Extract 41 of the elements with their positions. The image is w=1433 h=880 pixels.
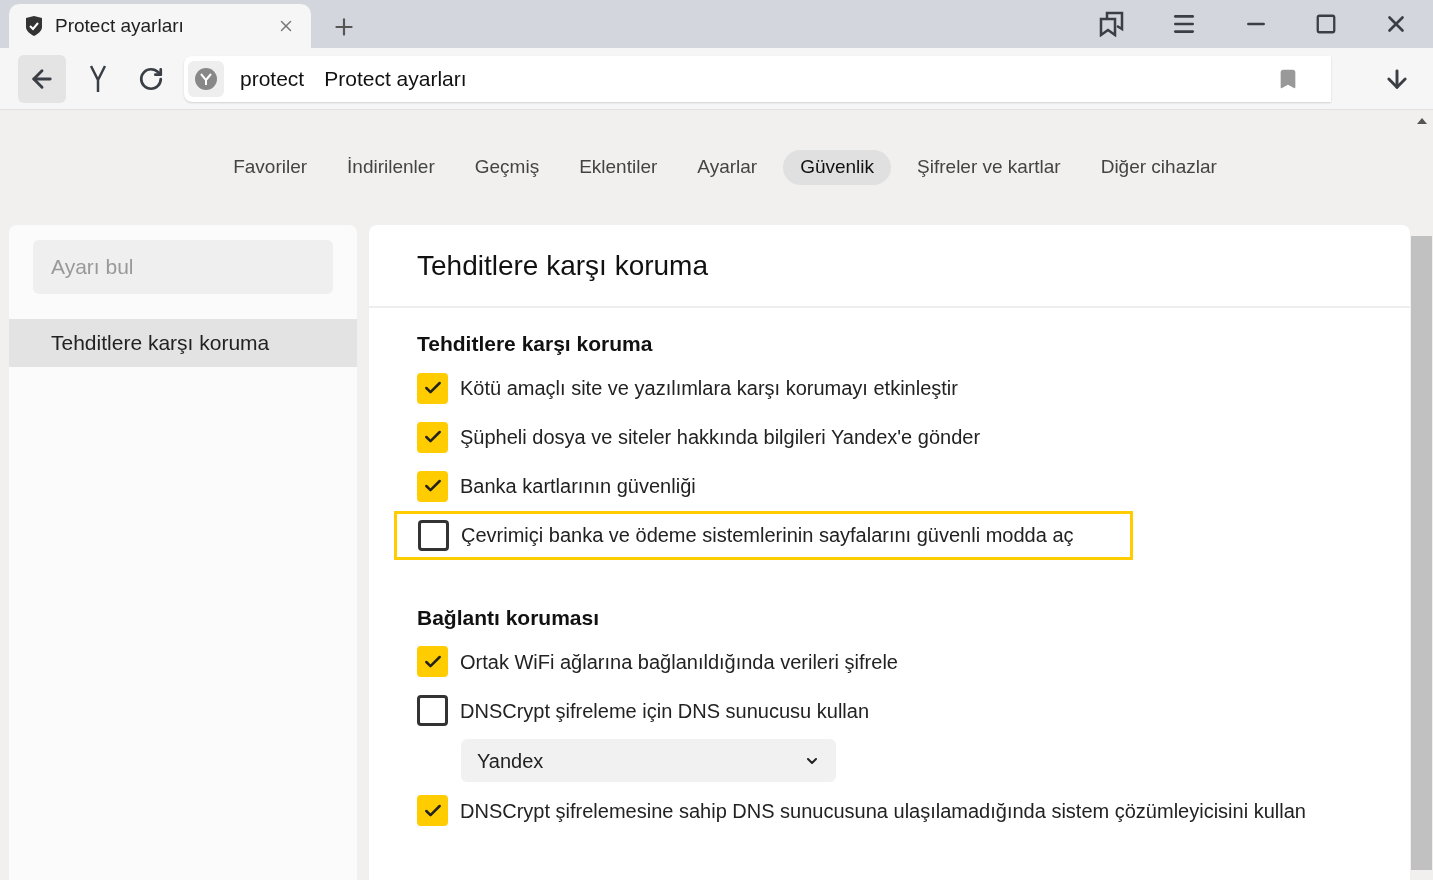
checkbox[interactable] (417, 646, 448, 677)
section-heading: Tehditlere karşı koruma (417, 331, 654, 357)
checkbox-label: DNSCrypt şifreleme için DNS sunucusu kullan (460, 698, 870, 724)
reload-icon[interactable] (138, 65, 164, 92)
bookmarks-icon[interactable] (1099, 11, 1125, 37)
checkbox[interactable] (418, 519, 449, 551)
nav-tab[interactable]: Favoriler (219, 150, 322, 185)
nav-tab[interactable]: İndirilenler (333, 150, 449, 185)
tab-title: Protect ayarları (55, 13, 185, 38)
checkbox[interactable] (417, 695, 448, 726)
checkbox[interactable] (417, 421, 448, 453)
checkbox-label: Ortak WiFi ağlarına bağlanıldığında verileri şifrele (460, 649, 898, 675)
dns-server-dropdown[interactable]: Yandex (461, 739, 836, 782)
checkbox[interactable] (417, 795, 448, 826)
browser-tab[interactable]: Protect ayarları (9, 4, 311, 48)
checkbox-label: Çevrimiçi banka ve ödeme sistemlerinin sayfalarını güvenli modda aç (461, 523, 1074, 548)
maximize-icon[interactable] (1315, 13, 1337, 35)
section-heading: Bağlantı koruması (417, 604, 601, 631)
checkbox-label: Şüpheli dosya ve siteler hakkında bilgileri Yandex'e gönder (460, 425, 981, 450)
nav-tab[interactable]: Diğer cihazlar (1086, 150, 1231, 185)
nav-tab[interactable]: Geçmiş (460, 150, 554, 185)
site-icon (188, 60, 224, 97)
checkbox-label: DNSCrypt şifrelemesine sahip DNS sunucusuna ulaşılamadığında sistem çözümleyicisini kullan (460, 798, 1306, 824)
checkbox[interactable] (417, 372, 448, 404)
address-query: protect (240, 65, 305, 92)
scroll-up-icon[interactable] (1416, 118, 1427, 124)
checkbox[interactable] (417, 470, 448, 502)
sidebar-item[interactable]: Tehditlere karşı koruma (9, 319, 357, 367)
search-field[interactable]: Ayarı bul (33, 240, 333, 294)
nav-tab[interactable]: Güvenlik (783, 150, 892, 185)
nav-tab[interactable]: Ayarlar (683, 150, 772, 185)
checkbox-label: Kötü amaçlı site ve yazılımlara karşı korumayı etkinleştir (460, 376, 958, 401)
back-button[interactable] (18, 54, 66, 103)
checkbox-label: Banka kartlarının güvenliği (460, 474, 696, 499)
shield-icon (25, 16, 43, 36)
nav-tab[interactable]: Şifreler ve kartlar (903, 150, 1075, 185)
address-bar[interactable]: protect Protect ayarları (184, 55, 1331, 102)
nav-tab[interactable]: Eklentiler (565, 150, 672, 185)
scrollbar-thumb[interactable] (1411, 236, 1432, 870)
address-page-title: Protect ayarları (324, 65, 468, 92)
page-title: Tehditlere karşı koruma (417, 248, 708, 283)
